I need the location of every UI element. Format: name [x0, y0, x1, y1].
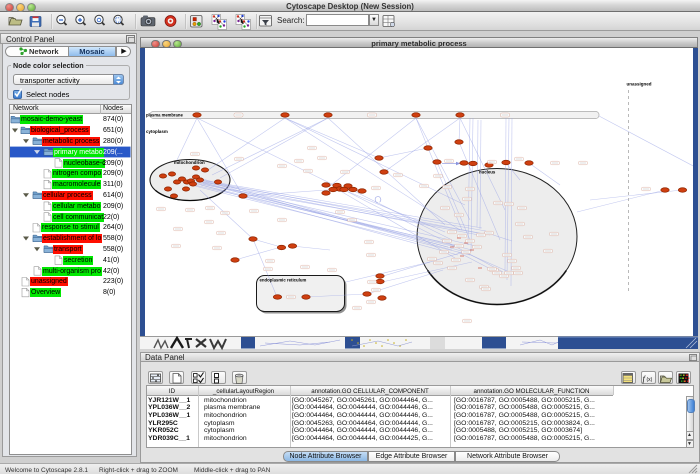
svg-text:plasma membrane: plasma membrane: [146, 113, 183, 118]
svg-text:endoplasmic reticulum: endoplasmic reticulum: [260, 278, 307, 283]
svg-text:mitochondrion: mitochondrion: [174, 160, 205, 165]
svg-text:nucleus: nucleus: [479, 170, 496, 175]
svg-text:cytoplasm: cytoplasm: [146, 129, 168, 134]
svg-text:(x): (x): [647, 377, 653, 383]
svg-text:unassigned: unassigned: [627, 82, 652, 87]
